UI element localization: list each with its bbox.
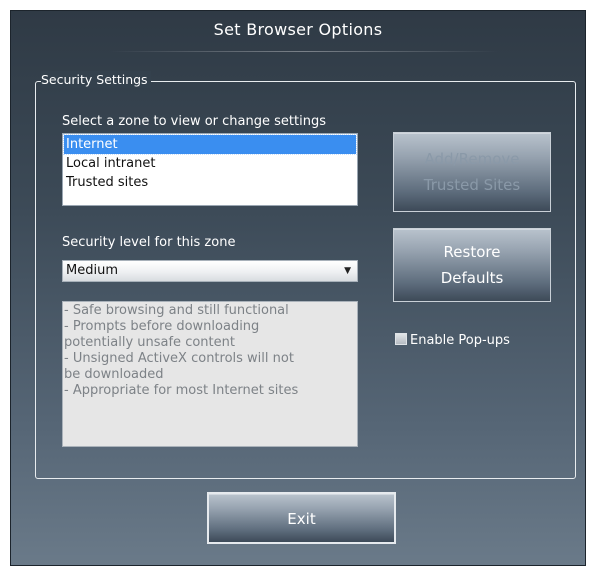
security-level-label: Security level for this zone — [62, 235, 236, 250]
zone-item-internet[interactable]: Internet — [63, 134, 357, 155]
description-line: - Unsigned ActiveX controls will not — [64, 351, 294, 366]
zone-item-trusted-sites[interactable]: Trusted sites — [64, 173, 356, 192]
security-level-description: - Safe browsing and still functional - P… — [62, 301, 358, 447]
security-level-select[interactable]: Medium ▼ — [62, 260, 358, 282]
description-line: - Appropriate for most Internet sites — [64, 383, 299, 398]
description-line: potentially unsafe content — [64, 335, 235, 350]
enable-popups-label: Enable Pop-ups — [410, 333, 510, 348]
security-settings-label: Security Settings — [41, 71, 151, 88]
add-remove-trusted-sites-button[interactable]: Add/Remove Trusted Sites — [393, 132, 551, 212]
restore-defaults-button[interactable]: Restore Defaults — [393, 228, 551, 302]
add-remove-label-line1: Add/Remove — [424, 150, 520, 168]
dialog-title: Set Browser Options — [213, 20, 383, 39]
zone-item-local-intranet[interactable]: Local intranet — [64, 154, 356, 173]
exit-button[interactable]: Exit — [207, 492, 396, 544]
security-level-value: Medium — [66, 263, 118, 278]
browser-options-dialog: Set Browser Options Security Settings Se… — [10, 10, 586, 566]
title-divider — [109, 51, 499, 52]
description-line: be downloaded — [64, 367, 164, 382]
add-remove-label-line2: Trusted Sites — [423, 176, 521, 194]
chevron-down-icon: ▼ — [344, 266, 351, 276]
zone-listbox[interactable]: Internet Local intranet Trusted sites — [62, 133, 358, 206]
description-line: - Safe browsing and still functional — [64, 303, 289, 318]
zone-prompt-label: Select a zone to view or change settings — [62, 114, 326, 129]
enable-popups-option[interactable]: Enable Pop-ups — [395, 332, 510, 350]
restore-label-line2: Defaults — [440, 269, 504, 287]
description-line: - Prompts before downloading — [64, 319, 260, 334]
restore-label-line1: Restore — [443, 243, 501, 261]
enable-popups-checkbox[interactable] — [395, 333, 407, 345]
